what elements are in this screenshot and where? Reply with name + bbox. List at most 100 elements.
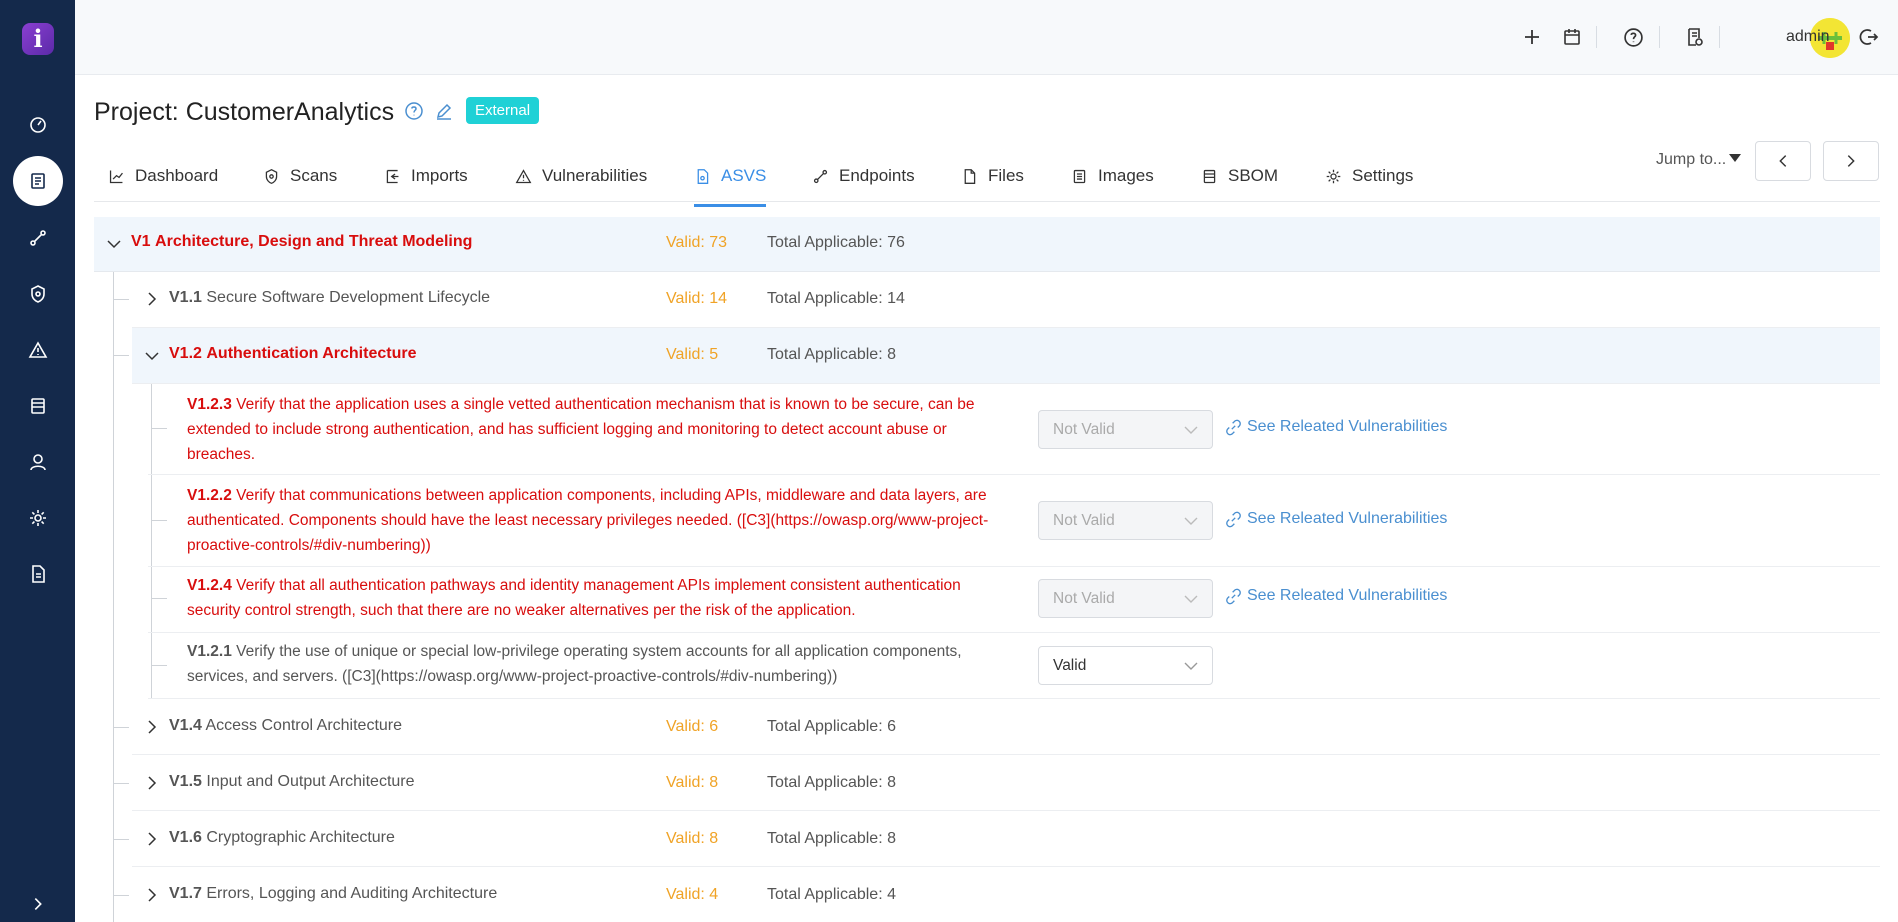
tab-label: Files bbox=[988, 166, 1024, 185]
tab-dashboard[interactable]: Dashboard bbox=[108, 166, 218, 202]
requirement-row: V1.2.3 Verify that the application uses … bbox=[148, 384, 1880, 475]
edit-icon[interactable] bbox=[434, 101, 454, 126]
help-icon[interactable] bbox=[1620, 24, 1646, 50]
dashboard-icon[interactable] bbox=[22, 108, 54, 140]
section-code: V1.5 bbox=[169, 773, 202, 790]
link-label: See Releated Vulnerabilities bbox=[1247, 418, 1448, 435]
status-select[interactable]: Not Valid bbox=[1038, 579, 1213, 618]
endpoint-icon bbox=[813, 169, 828, 184]
status-value: Not Valid bbox=[1053, 590, 1115, 607]
expand-sidebar-icon[interactable] bbox=[22, 888, 54, 920]
section-row-v1-7[interactable]: V1.7 Errors, Logging and Auditing Archit… bbox=[132, 867, 1880, 922]
section-title: V1.4 Access Control Architecture bbox=[169, 717, 402, 735]
requirement-description: Verify the use of unique or special low-… bbox=[187, 643, 962, 685]
valid-count: Valid: 8 bbox=[666, 774, 719, 791]
chart-icon bbox=[109, 170, 123, 184]
status-select[interactable]: Not Valid bbox=[1038, 501, 1213, 540]
tab-asvs[interactable]: ASVS bbox=[694, 166, 767, 207]
related-vulnerabilities-link[interactable]: See Releated Vulnerabilities bbox=[1225, 510, 1447, 528]
plus-icon[interactable] bbox=[1519, 24, 1545, 50]
total-applicable: Total Applicable: 4 bbox=[767, 886, 896, 903]
related-vulnerabilities-link[interactable]: See Releated Vulnerabilities bbox=[1225, 587, 1447, 605]
total-applicable: Total Applicable: 8 bbox=[767, 346, 896, 363]
tab-settings[interactable]: Settings bbox=[1325, 166, 1413, 202]
section-row-v1-2[interactable]: V1.2 Authentication Architecture Valid: … bbox=[132, 328, 1880, 384]
link-label: See Releated Vulnerabilities bbox=[1247, 510, 1448, 527]
section-name: Authentication Architecture bbox=[206, 345, 417, 362]
section-row-v1-6[interactable]: V1.6 Cryptographic Architecture Valid: 8… bbox=[132, 811, 1880, 867]
requirement-code: V1.2.2 bbox=[187, 487, 232, 504]
app-logo[interactable]: i bbox=[22, 23, 54, 55]
gear-icon bbox=[1326, 169, 1341, 184]
total-applicable: Total Applicable: 76 bbox=[767, 234, 905, 251]
shield-icon[interactable] bbox=[22, 278, 54, 310]
chevron-down-icon bbox=[1184, 662, 1198, 670]
section-title: V1.1 Secure Software Development Lifecyc… bbox=[169, 289, 490, 307]
chevron-down-icon bbox=[1184, 517, 1198, 525]
section-row-v1-5[interactable]: V1.5 Input and Output Architecture Valid… bbox=[132, 755, 1880, 811]
status-value: Not Valid bbox=[1053, 421, 1115, 438]
report-icon[interactable] bbox=[22, 390, 54, 422]
section-code: V1.4 bbox=[169, 717, 202, 734]
section-row-v1[interactable]: V1 Architecture, Design and Threat Model… bbox=[94, 217, 1880, 272]
top-bar: admin bbox=[75, 0, 1898, 75]
logout-icon[interactable] bbox=[1856, 24, 1882, 50]
help-icon[interactable] bbox=[404, 101, 424, 126]
valid-count: Valid: 6 bbox=[666, 718, 719, 735]
status-select[interactable]: Valid bbox=[1038, 646, 1213, 685]
section-title: V1.2 Authentication Architecture bbox=[169, 345, 416, 363]
chevron-right-icon[interactable] bbox=[144, 291, 160, 307]
projects-icon[interactable] bbox=[13, 156, 63, 206]
asvs-icon bbox=[697, 169, 709, 184]
requirement-code: V1.2.3 bbox=[187, 396, 232, 413]
tab-label: ASVS bbox=[721, 166, 767, 185]
user-name[interactable]: admin bbox=[1786, 28, 1830, 46]
tab-scans[interactable]: Scans bbox=[263, 166, 337, 202]
file-icon bbox=[964, 169, 976, 184]
chevron-right-icon[interactable] bbox=[144, 719, 160, 735]
status-select[interactable]: Not Valid bbox=[1038, 410, 1213, 449]
tab-endpoints[interactable]: Endpoints bbox=[812, 166, 915, 202]
tab-label: Endpoints bbox=[839, 166, 915, 185]
previous-button[interactable] bbox=[1755, 141, 1811, 181]
image-icon bbox=[1073, 169, 1086, 184]
tab-images[interactable]: Images bbox=[1071, 166, 1154, 202]
status-badge: External bbox=[466, 97, 540, 124]
sidebar: i bbox=[0, 0, 75, 922]
chevron-right-icon[interactable] bbox=[144, 831, 160, 847]
chevron-right-icon bbox=[1847, 155, 1855, 167]
section-row-v1-1[interactable]: V1.1 Secure Software Development Lifecyc… bbox=[132, 272, 1880, 328]
jump-to-dropdown[interactable]: Jump to... bbox=[1656, 151, 1742, 169]
tab-label: Settings bbox=[1352, 166, 1414, 185]
endpoint-icon[interactable] bbox=[22, 222, 54, 254]
next-button[interactable] bbox=[1823, 141, 1879, 181]
warning-icon[interactable] bbox=[22, 334, 54, 366]
gear-icon[interactable] bbox=[22, 502, 54, 534]
valid-count: Valid: 8 bbox=[666, 830, 719, 847]
document-icon[interactable] bbox=[22, 558, 54, 590]
tab-imports[interactable]: Imports bbox=[384, 166, 468, 202]
tab-sbom[interactable]: SBOM bbox=[1201, 166, 1278, 202]
tab-vulnerabilities[interactable]: Vulnerabilities bbox=[515, 166, 647, 202]
calendar-icon[interactable] bbox=[1559, 24, 1585, 50]
chevron-right-icon[interactable] bbox=[144, 887, 160, 903]
notes-icon[interactable] bbox=[1682, 24, 1708, 50]
section-code: V1.6 bbox=[169, 829, 202, 846]
chevron-down-icon[interactable] bbox=[106, 236, 122, 252]
user-icon[interactable] bbox=[22, 446, 54, 478]
link-icon bbox=[1226, 511, 1241, 527]
chevron-right-icon[interactable] bbox=[144, 775, 160, 791]
valid-count: Valid: 14 bbox=[666, 290, 728, 307]
requirement-description: Verify that the application uses a singl… bbox=[187, 396, 975, 463]
project-tabs: Dashboard Scans Imports Vulnerabilities … bbox=[94, 160, 1880, 207]
section-name: Secure Software Development Lifecycle bbox=[206, 289, 491, 306]
tab-files[interactable]: Files bbox=[961, 166, 1024, 202]
section-row-v1-4[interactable]: V1.4 Access Control Architecture Valid: … bbox=[132, 699, 1880, 755]
chevron-down-icon bbox=[1184, 426, 1198, 434]
section-name: Architecture, Design and Threat Modeling bbox=[155, 233, 473, 250]
related-vulnerabilities-link[interactable]: See Releated Vulnerabilities bbox=[1225, 418, 1447, 436]
chevron-down-icon[interactable] bbox=[144, 348, 160, 364]
chevron-down-icon bbox=[1184, 595, 1198, 603]
status-value: Not Valid bbox=[1053, 512, 1115, 529]
section-code: V1.7 bbox=[169, 885, 202, 902]
